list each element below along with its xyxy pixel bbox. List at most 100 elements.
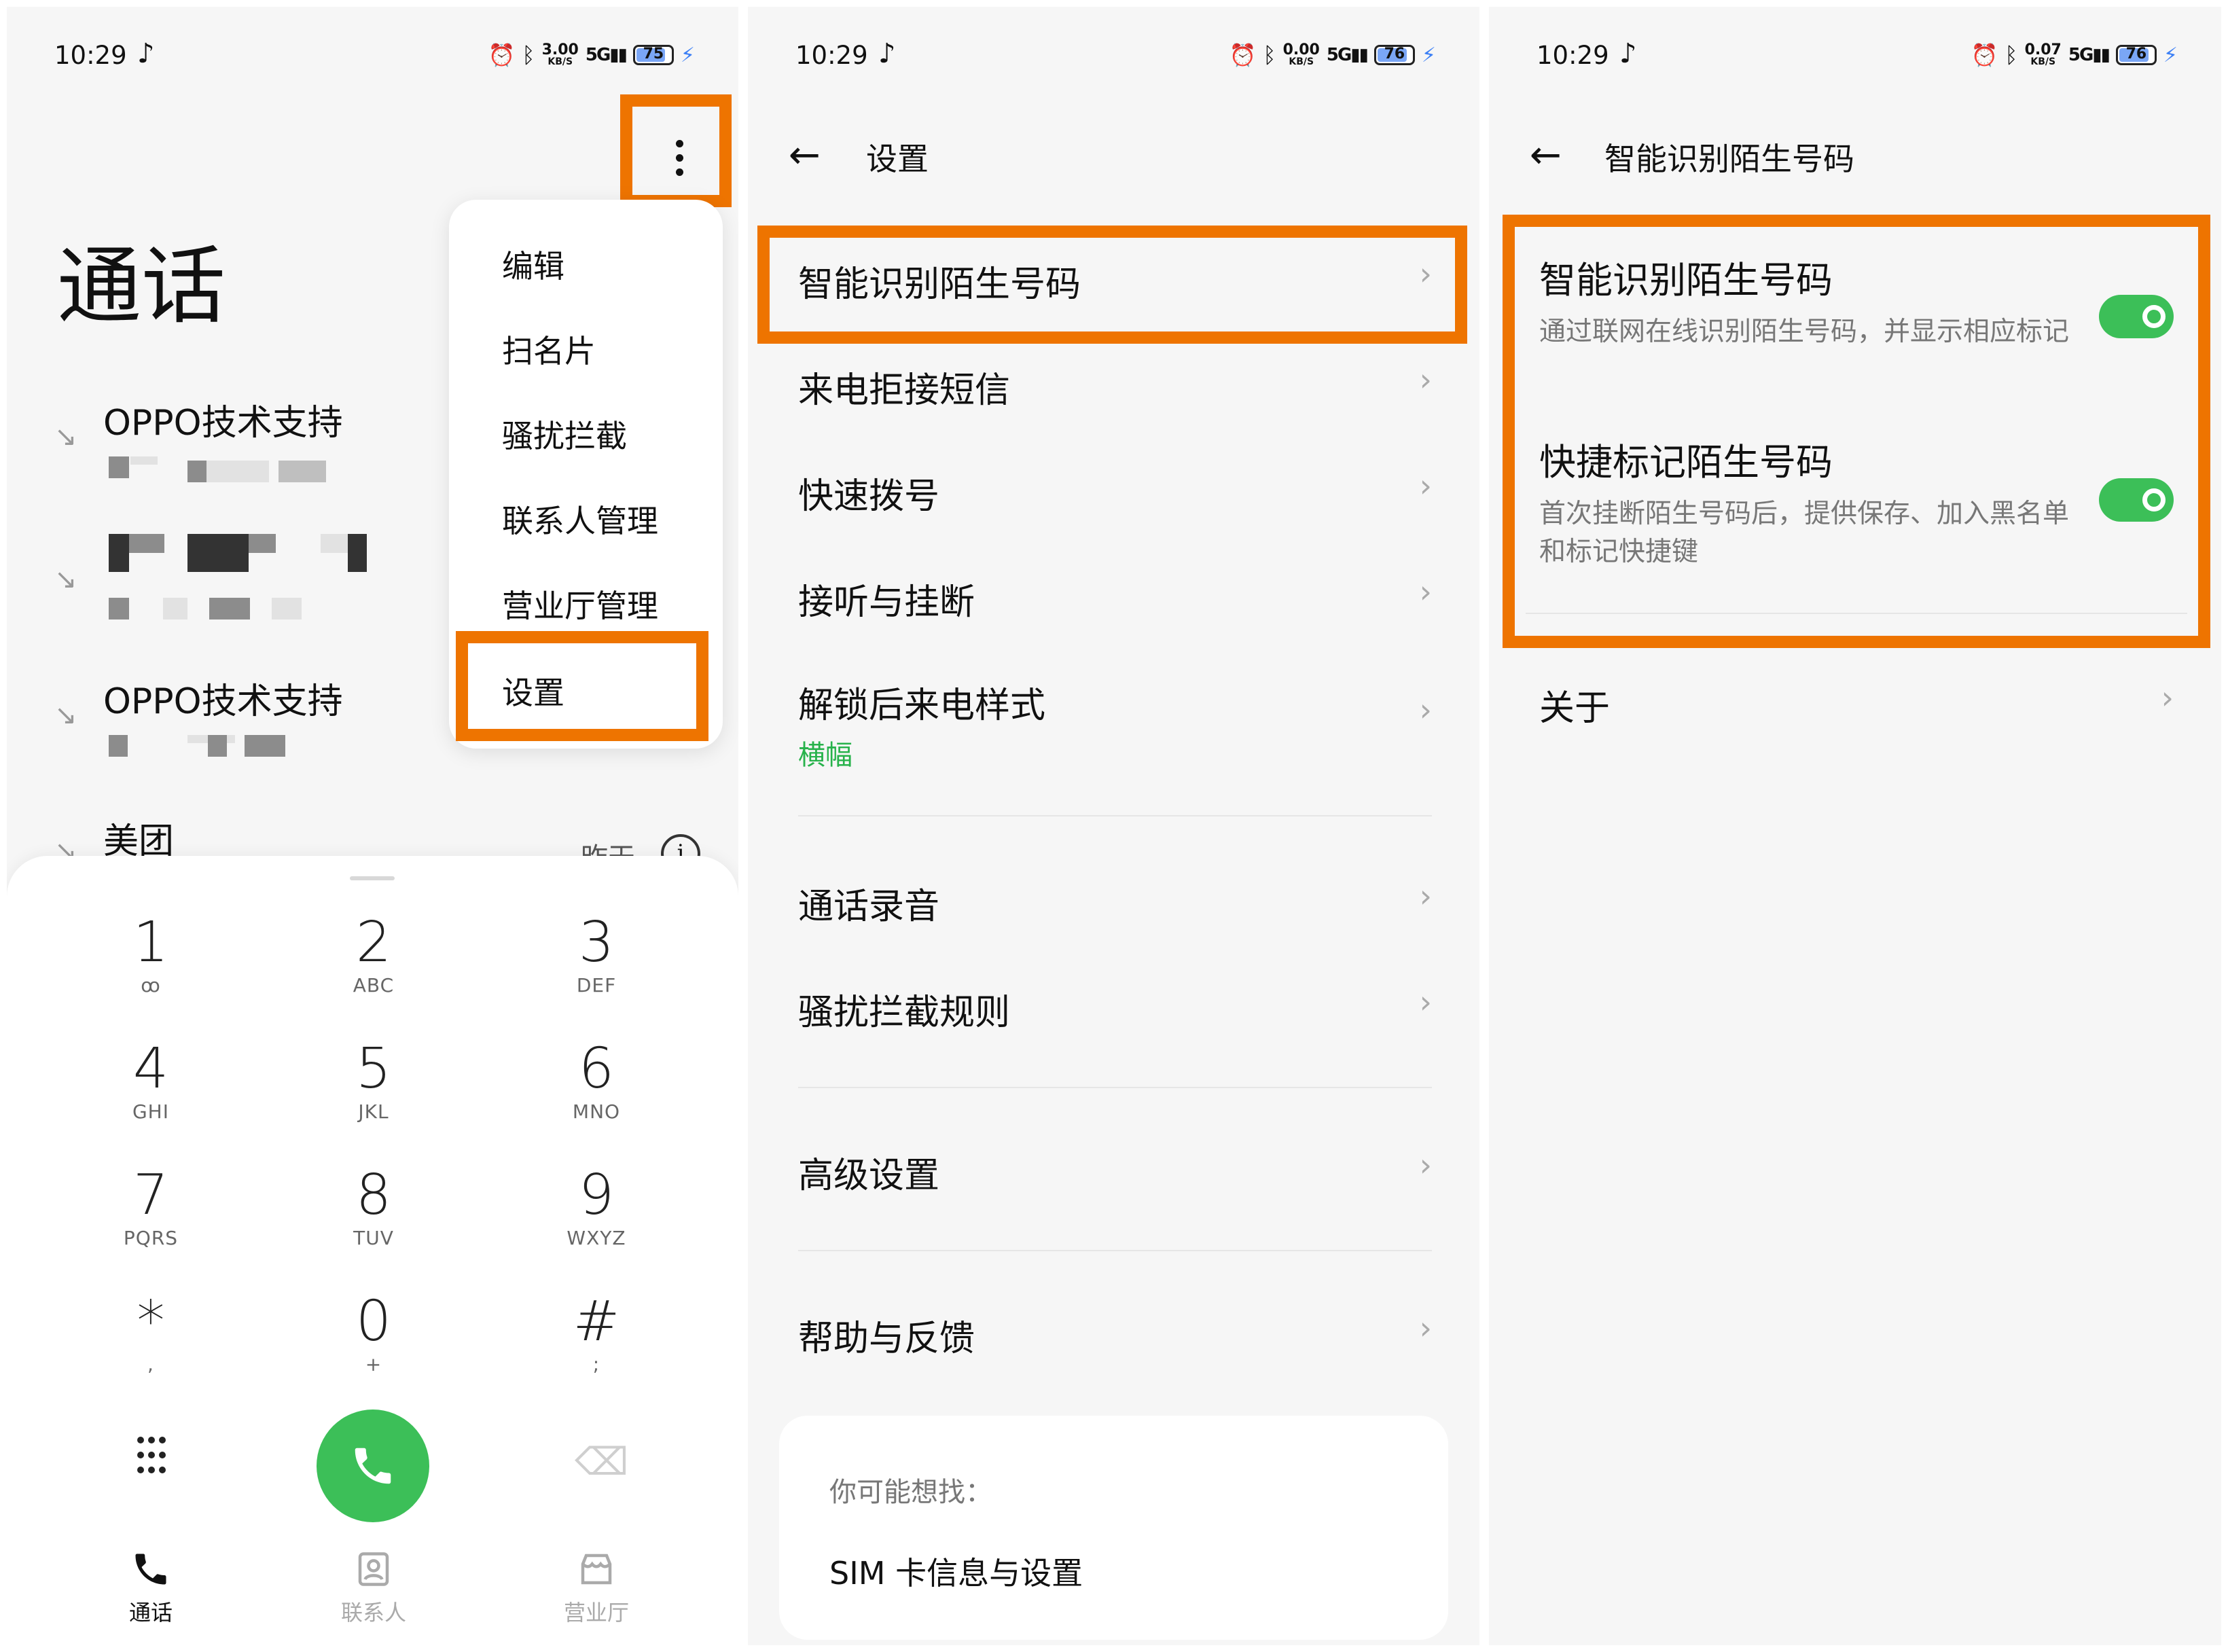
key-5[interactable]: 5 JKL bbox=[306, 1037, 442, 1152]
smart-identify-panel: 10:29 ♪ ⏰ ᛒ 0.07 KB/S 5G▮▮ 76 ⚡ ← 智能识别陌生号… bbox=[1489, 7, 2221, 1645]
dialer-panel: 10:29 ♪ ⏰ ᛒ 3.00 KB/S 5G▮▮ 75 ⚡ 通话 ↘ OPPO… bbox=[7, 7, 738, 1645]
voicemail-icon: ꝏ bbox=[141, 974, 161, 996]
charging-icon: ⚡ bbox=[1421, 43, 1436, 67]
signal-icon: 5G▮▮ bbox=[2068, 45, 2110, 65]
chevron-right-icon: › bbox=[1419, 878, 1432, 914]
settings-item-unlock-call-style[interactable]: 解锁后来电样式 横幅 › bbox=[798, 677, 1432, 772]
incoming-call-icon: ↘ bbox=[54, 564, 77, 595]
menu-item-edit[interactable]: 编辑 bbox=[502, 242, 564, 287]
page-title: 智能识别陌生号码 bbox=[1604, 141, 1854, 177]
smart-identify-toggle[interactable] bbox=[2099, 295, 2174, 338]
call-log-name: OPPO技术支持 bbox=[103, 403, 343, 444]
menu-item-settings[interactable]: 设置 bbox=[502, 668, 564, 713]
contacts-icon bbox=[358, 1552, 389, 1586]
backspace-icon[interactable]: ⌫ bbox=[575, 1440, 628, 1484]
nav-store[interactable]: 营业厅 bbox=[528, 1545, 664, 1627]
settings-item-reject-sms[interactable]: 来电拒接短信 › bbox=[798, 361, 1432, 412]
suggestion-sim-settings[interactable]: SIM 卡信息与设置 bbox=[829, 1549, 1083, 1594]
key-star[interactable]: *, bbox=[83, 1289, 219, 1405]
settings-item-advanced[interactable]: 高级设置 › bbox=[798, 1147, 1432, 1198]
incoming-call-icon: ↘ bbox=[54, 700, 77, 731]
nav-contacts[interactable]: 联系人 bbox=[306, 1545, 442, 1627]
music-note-icon: ♪ bbox=[1619, 38, 1637, 69]
settings-item-smart-identify[interactable]: 智能识别陌生号码 › bbox=[798, 255, 1432, 306]
divider bbox=[798, 1087, 1432, 1088]
chevron-right-icon: › bbox=[2161, 679, 2174, 716]
call-log-item[interactable]: ↘ bbox=[54, 530, 475, 632]
phone-icon bbox=[355, 1448, 391, 1484]
call-log-name: OPPO技术支持 bbox=[103, 681, 343, 722]
quick-mark-toggle[interactable] bbox=[2099, 478, 2174, 522]
key-hash[interactable]: #; bbox=[528, 1289, 664, 1405]
chevron-right-icon: › bbox=[1419, 573, 1432, 610]
chevron-right-icon: › bbox=[1419, 255, 1432, 292]
sheet-handle[interactable] bbox=[350, 876, 395, 880]
key-0[interactable]: 0 + bbox=[306, 1289, 442, 1405]
key-2[interactable]: 2 ABC bbox=[306, 910, 442, 1026]
alarm-icon: ⏰ bbox=[488, 42, 516, 68]
about-item[interactable]: 关于 › bbox=[1539, 679, 2174, 730]
chevron-right-icon: › bbox=[1419, 467, 1432, 504]
settings-item-answer-hangup[interactable]: 接听与挂断 › bbox=[798, 573, 1432, 624]
settings-panel: 10:29 ♪ ⏰ ᛒ 0.00 KB/S 5G▮▮ 76 ⚡ ← 设置 智能识别… bbox=[748, 7, 1479, 1645]
divider bbox=[798, 1250, 1432, 1251]
back-arrow-icon[interactable]: ← bbox=[789, 133, 821, 177]
battery-icon: 76 bbox=[1373, 45, 1415, 65]
incoming-call-icon: ↘ bbox=[54, 421, 77, 452]
menu-item-scan-card[interactable]: 扫名片 bbox=[502, 327, 596, 372]
call-log-item[interactable]: ↘ OPPO技术支持 bbox=[54, 672, 475, 774]
divider bbox=[1526, 613, 2187, 614]
settings-item-help-feedback[interactable]: 帮助与反馈 › bbox=[798, 1310, 1432, 1361]
key-4[interactable]: 4 GHI bbox=[83, 1037, 219, 1152]
menu-item-contact-management[interactable]: 联系人管理 bbox=[502, 497, 658, 541]
store-icon bbox=[581, 1554, 612, 1585]
bluetooth-icon: ᛒ bbox=[2005, 42, 2018, 68]
page-title: 设置 bbox=[866, 141, 929, 177]
key-3[interactable]: 3 DEF bbox=[528, 910, 664, 1026]
call-button[interactable] bbox=[317, 1409, 429, 1522]
menu-item-harassment-block[interactable]: 骚扰拦截 bbox=[502, 412, 627, 456]
back-arrow-icon[interactable]: ← bbox=[1530, 133, 1562, 177]
overflow-menu: 编辑 扫名片 骚扰拦截 联系人管理 营业厅管理 设置 bbox=[449, 200, 723, 749]
key-8[interactable]: 8 TUV bbox=[306, 1163, 442, 1278]
settings-item-speed-dial[interactable]: 快速拨号 › bbox=[798, 467, 1432, 518]
signal-icon: 5G▮▮ bbox=[1326, 45, 1369, 65]
dial-pad: 1ꝏ 2 ABC 3 DEF 4 GHI 5 JKL 6 MNO 7 PQRS 8 TUV 9… bbox=[7, 856, 738, 1645]
chevron-right-icon: › bbox=[1419, 984, 1432, 1020]
charging-icon: ⚡ bbox=[2163, 43, 2178, 67]
battery-icon: 76 bbox=[2115, 45, 2157, 65]
smart-identify-setting: 智能识别陌生号码 通过联网在线识别陌生号码，并显示相应标记 bbox=[1539, 259, 2070, 347]
key-9[interactable]: 9 WXYZ bbox=[528, 1163, 664, 1278]
call-log-item[interactable]: ↘ OPPO技术支持 bbox=[54, 394, 475, 496]
bluetooth-icon: ᛒ bbox=[522, 42, 535, 68]
key-6[interactable]: 6 MNO bbox=[528, 1037, 664, 1152]
quick-mark-setting: 快捷标记陌生号码 首次挂断陌生号码后，提供保存、加入黑名单和标记快捷键 bbox=[1539, 441, 2070, 567]
status-bar: 10:29 ♪ ⏰ ᛒ 0.00 KB/S 5G▮▮ 76 ⚡ bbox=[748, 37, 1479, 77]
network-speed: 0.07 KB/S bbox=[2024, 41, 2062, 67]
key-1[interactable]: 1ꝏ bbox=[83, 910, 219, 1026]
page-title: 通话 bbox=[57, 238, 226, 336]
status-time: 10:29 bbox=[795, 41, 868, 70]
settings-item-block-rules[interactable]: 骚扰拦截规则 › bbox=[798, 984, 1432, 1035]
nav-calls[interactable]: 通话 bbox=[83, 1545, 219, 1627]
charging-icon: ⚡ bbox=[680, 43, 695, 67]
status-time: 10:29 bbox=[54, 41, 127, 70]
setting-value: 横幅 bbox=[798, 740, 852, 771]
dialpad-toggle-icon[interactable] bbox=[134, 1437, 168, 1477]
key-7[interactable]: 7 PQRS bbox=[83, 1163, 219, 1278]
menu-item-store-management[interactable]: 营业厅管理 bbox=[502, 581, 658, 626]
more-options-icon[interactable] bbox=[627, 107, 732, 208]
network-speed: 3.00 KB/S bbox=[541, 41, 579, 67]
chevron-right-icon: › bbox=[1419, 1310, 1432, 1346]
network-speed: 0.00 KB/S bbox=[1282, 41, 1320, 67]
divider bbox=[798, 815, 1432, 816]
alarm-icon: ⏰ bbox=[1971, 42, 1998, 68]
signal-icon: 5G▮▮ bbox=[585, 45, 628, 65]
battery-icon: 75 bbox=[632, 45, 674, 65]
settings-item-call-recording[interactable]: 通话录音 › bbox=[798, 878, 1432, 929]
status-bar: 10:29 ♪ ⏰ ᛒ 0.07 KB/S 5G▮▮ 76 ⚡ bbox=[1489, 37, 2221, 77]
bluetooth-icon: ᛒ bbox=[1263, 42, 1276, 68]
suggestion-card: 你可能想找： SIM 卡信息与设置 bbox=[779, 1416, 1448, 1640]
music-note-icon: ♪ bbox=[137, 38, 155, 69]
chevron-right-icon: › bbox=[1419, 692, 1432, 728]
